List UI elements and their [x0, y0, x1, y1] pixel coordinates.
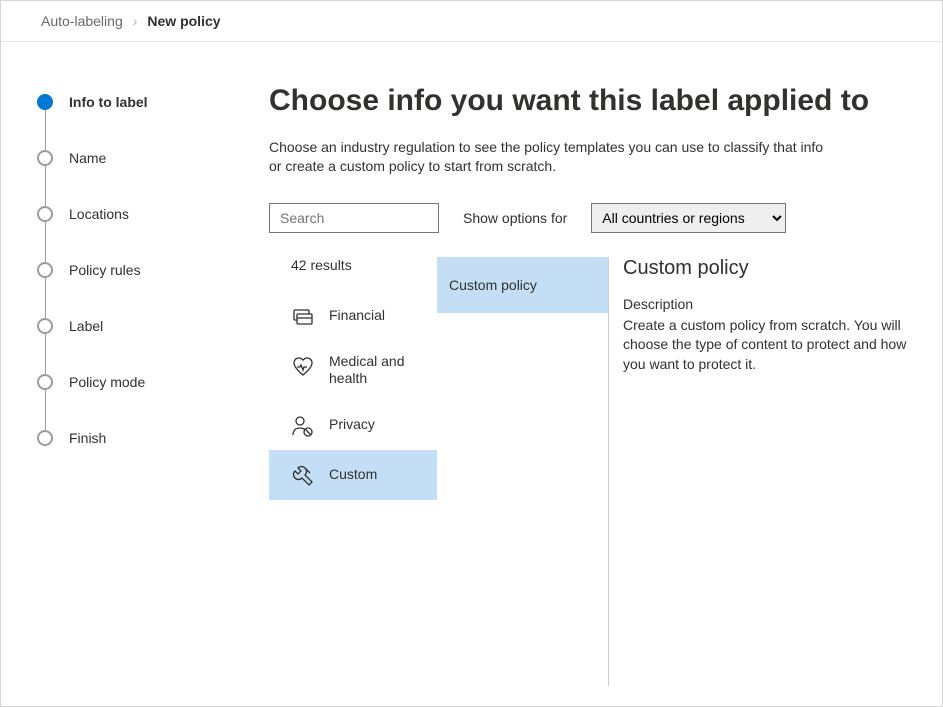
category-medical[interactable]: Medical and health [269, 341, 437, 400]
detail-column: Custom policy Description Create a custo… [609, 257, 910, 686]
category-custom[interactable]: Custom [269, 450, 437, 500]
category-label: Privacy [329, 416, 375, 434]
filter-row: Show options for All countries or region… [269, 203, 910, 233]
category-label: Financial [329, 307, 385, 325]
step-label: Locations [69, 206, 129, 222]
page-title: Choose info you want this label applied … [269, 82, 910, 120]
step-label: Policy mode [69, 374, 145, 390]
step-label[interactable]: Label [37, 306, 241, 362]
privacy-icon [291, 414, 315, 438]
results-count: 42 results [269, 257, 437, 291]
step-circle-icon [37, 318, 53, 334]
step-label: Name [69, 150, 106, 166]
detail-title: Custom policy [623, 257, 908, 280]
page-description: Choose an industry regulation to see the… [269, 138, 829, 177]
detail-description-text: Create a custom policy from scratch. You… [623, 316, 908, 375]
category-label: Custom [329, 466, 377, 484]
breadcrumb: Auto-labeling › New policy [1, 1, 942, 42]
breadcrumb-current: New policy [147, 13, 220, 29]
step-circle-icon [37, 206, 53, 222]
results-area: 42 results Financial [269, 257, 910, 686]
step-label: Info to label [69, 94, 148, 110]
category-financial[interactable]: Financial [269, 291, 437, 341]
step-finish[interactable]: Finish [37, 418, 241, 458]
step-circle-icon [37, 150, 53, 166]
region-select[interactable]: All countries or regions [591, 203, 786, 233]
template-custom-policy[interactable]: Custom policy [437, 257, 608, 313]
step-label: Label [69, 318, 103, 334]
financial-icon [291, 305, 315, 329]
step-policy-rules[interactable]: Policy rules [37, 250, 241, 306]
chevron-right-icon: › [133, 13, 138, 29]
template-column: Custom policy [437, 257, 609, 686]
step-name[interactable]: Name [37, 138, 241, 194]
detail-description-heading: Description [623, 296, 908, 312]
main-content: Choose info you want this label applied … [261, 42, 942, 706]
step-circle-icon [37, 94, 53, 110]
region-filter-label: Show options for [463, 210, 567, 226]
category-privacy[interactable]: Privacy [269, 400, 437, 450]
step-label: Finish [69, 430, 106, 446]
step-policy-mode[interactable]: Policy mode [37, 362, 241, 418]
category-column: 42 results Financial [269, 257, 437, 686]
step-circle-icon [37, 374, 53, 390]
step-circle-icon [37, 430, 53, 446]
custom-icon [291, 464, 315, 488]
step-circle-icon [37, 262, 53, 278]
step-label: Policy rules [69, 262, 141, 278]
step-info-to-label[interactable]: Info to label [37, 82, 241, 138]
breadcrumb-root[interactable]: Auto-labeling [41, 13, 123, 29]
category-label: Medical and health [329, 353, 427, 388]
medical-icon [291, 355, 315, 379]
step-locations[interactable]: Locations [37, 194, 241, 250]
wizard-steps: Info to label Name Locations Policy rule… [1, 42, 261, 706]
search-input[interactable] [269, 203, 439, 233]
